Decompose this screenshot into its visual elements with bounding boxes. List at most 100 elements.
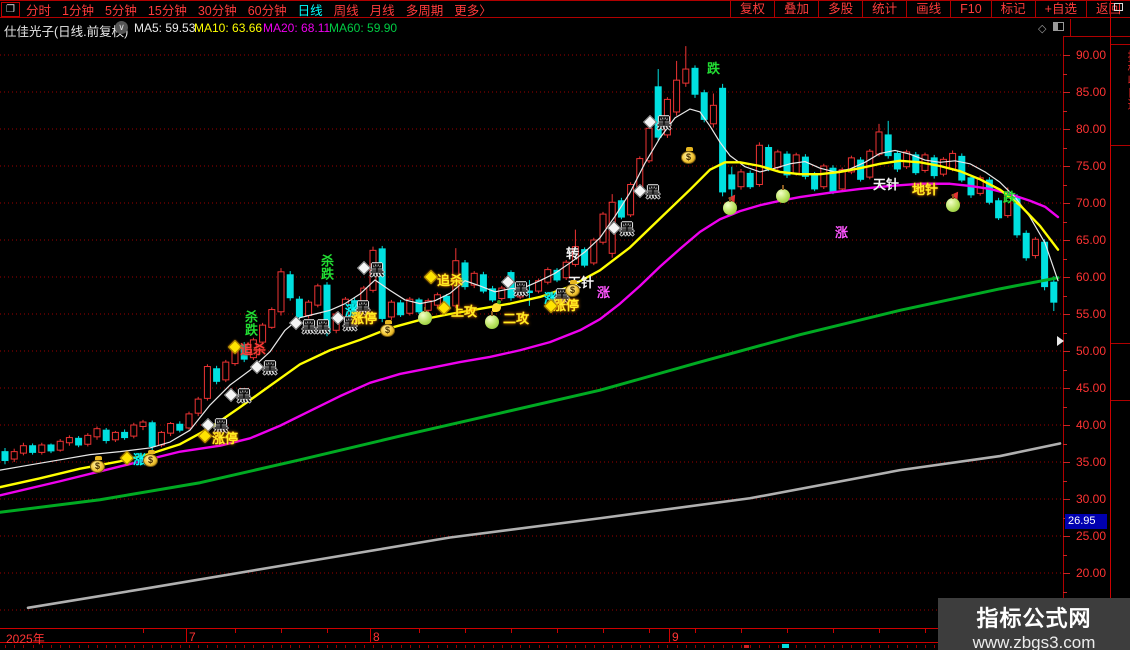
candle-body [259, 324, 267, 343]
menu-button-F10[interactable]: F10 [950, 1, 991, 18]
subpane-tick [777, 645, 779, 648]
subpane-tick [722, 645, 724, 648]
subpane-tick [51, 645, 52, 648]
subpane-tick [888, 645, 890, 648]
subpane-tick [603, 645, 604, 648]
right-panel-strip[interactable]: 指标收自选1111111111 [1110, 0, 1130, 650]
candle-body [75, 437, 83, 446]
restore-window-icon[interactable] [1114, 3, 1123, 11]
menu-button-+自选[interactable]: +自选 [1034, 1, 1086, 18]
subpane-tick [152, 645, 154, 648]
candle-body [1022, 232, 1030, 259]
right-menu: 复权 叠加 多股 统计 画线 F10 标记 +自选 返回 [730, 1, 1130, 18]
price-label: 90.00 [1076, 48, 1107, 62]
date-minor-tick [787, 629, 788, 633]
axis-minor-tick [1063, 369, 1067, 371]
last-price-tag: 26.95 [1065, 513, 1107, 529]
period-tab-30分钟[interactable]: 30分钟 [198, 0, 237, 19]
subpane-candle-stub [782, 644, 789, 648]
candle-body [314, 285, 322, 306]
candle-body [691, 67, 699, 95]
price-label: 35.00 [1076, 455, 1107, 469]
axis-minor-tick [1063, 110, 1067, 112]
period-tab-1分钟[interactable]: 1分钟 [62, 0, 94, 19]
subpane-tick [419, 645, 420, 648]
month-label: 7 [189, 630, 196, 644]
candle-body [268, 309, 276, 328]
date-minor-tick [235, 629, 236, 633]
chevron-down-icon[interactable]: ∨ [115, 21, 128, 34]
candle-body [1, 451, 9, 462]
period-tab-60分钟[interactable]: 60分钟 [248, 0, 287, 19]
subpane-tick [32, 645, 34, 648]
subpane-tick [207, 645, 209, 648]
subpane-tick [934, 645, 936, 648]
price-label: 25.00 [1076, 529, 1107, 543]
candlestick-chart[interactable]: $ 涨 $ 黑涨停黑黑杀跌 追杀 黑黑 杀跌黑黑涨黑涨停 $ 追杀 上攻 二攻黑转天针涨黑 $ 涨停涨黑… [0, 37, 1063, 628]
candle-body [1031, 238, 1039, 257]
axis-tick [1063, 425, 1070, 426]
white-arrow-marker [1057, 336, 1064, 347]
diamond-icon[interactable]: ◇ [1038, 22, 1046, 35]
period-tab-周线[interactable]: 周线 [334, 0, 359, 19]
period-tab-分时[interactable]: 分时 [26, 0, 51, 19]
axis-tick [1063, 499, 1070, 500]
panel-icon[interactable] [1053, 22, 1064, 31]
subpane-tick [538, 645, 540, 648]
subpane-tick [915, 645, 917, 648]
menu-button-标记[interactable]: 标记 [990, 1, 1035, 18]
candle-body [397, 302, 405, 316]
chart-canvas[interactable] [0, 37, 1063, 628]
subpane-tick [161, 645, 163, 648]
period-tab-15分钟[interactable]: 15分钟 [148, 0, 187, 19]
period-tab-月线[interactable]: 月线 [370, 0, 395, 19]
candle-body [19, 445, 27, 454]
subpane-tick [41, 645, 43, 648]
price-label: 45.00 [1076, 381, 1107, 395]
split-window-icon[interactable]: ❐ [1, 2, 20, 17]
price-label: 55.00 [1076, 307, 1107, 321]
candle-body [608, 201, 616, 254]
subpane-tick [906, 645, 908, 648]
menu-button-复权[interactable]: 复权 [730, 1, 774, 18]
subpane-tick [796, 645, 798, 648]
price-axis: 90.00 85.00 80.00 75.00 70.00 65.00 60.00 55.00… [1057, 37, 1110, 643]
period-tab-日线[interactable]: 日线 [298, 0, 323, 19]
candle-body [286, 274, 294, 299]
candle-body [765, 147, 773, 170]
subpane-candle-stub [744, 645, 749, 648]
subpane-tick [823, 645, 825, 648]
period-tab-更多〉[interactable]: 更多〉 [454, 0, 492, 19]
axis-tick [1063, 92, 1070, 93]
subpane-tick [741, 645, 742, 648]
candle-body [10, 451, 18, 460]
menu-button-统计[interactable]: 统计 [862, 1, 906, 18]
subpane-tick [925, 645, 926, 648]
subpane-tick [685, 645, 687, 648]
subpane-tick [676, 645, 678, 648]
candle-body [930, 157, 938, 177]
divider [1070, 19, 1071, 37]
candle-body [29, 445, 37, 453]
date-minor-tick [741, 629, 742, 633]
period-tab-多周期[interactable]: 多周期 [406, 0, 444, 19]
candle-body [875, 131, 883, 155]
subpane-tick [170, 645, 172, 648]
menu-button-画线[interactable]: 画线 [906, 1, 950, 18]
subpane-tick [437, 645, 439, 648]
date-minor-tick [925, 629, 926, 633]
menu-button-多股[interactable]: 多股 [818, 1, 862, 18]
clipped-panel-text: 指标收自选1111111111 [1126, 50, 1130, 250]
subpane-tick [354, 645, 356, 648]
subpane-tick [860, 645, 862, 648]
candle-body [93, 428, 101, 438]
candle-body [1050, 281, 1058, 303]
subpane-tick [529, 645, 531, 648]
menu-button-叠加[interactable]: 叠加 [774, 1, 818, 18]
month-separator [370, 629, 371, 642]
candle-body [415, 299, 423, 313]
period-tab-5分钟[interactable]: 5分钟 [105, 0, 137, 19]
subpane-tick [713, 645, 715, 648]
subpane-tick [483, 645, 485, 648]
subpane-tick [78, 645, 80, 648]
